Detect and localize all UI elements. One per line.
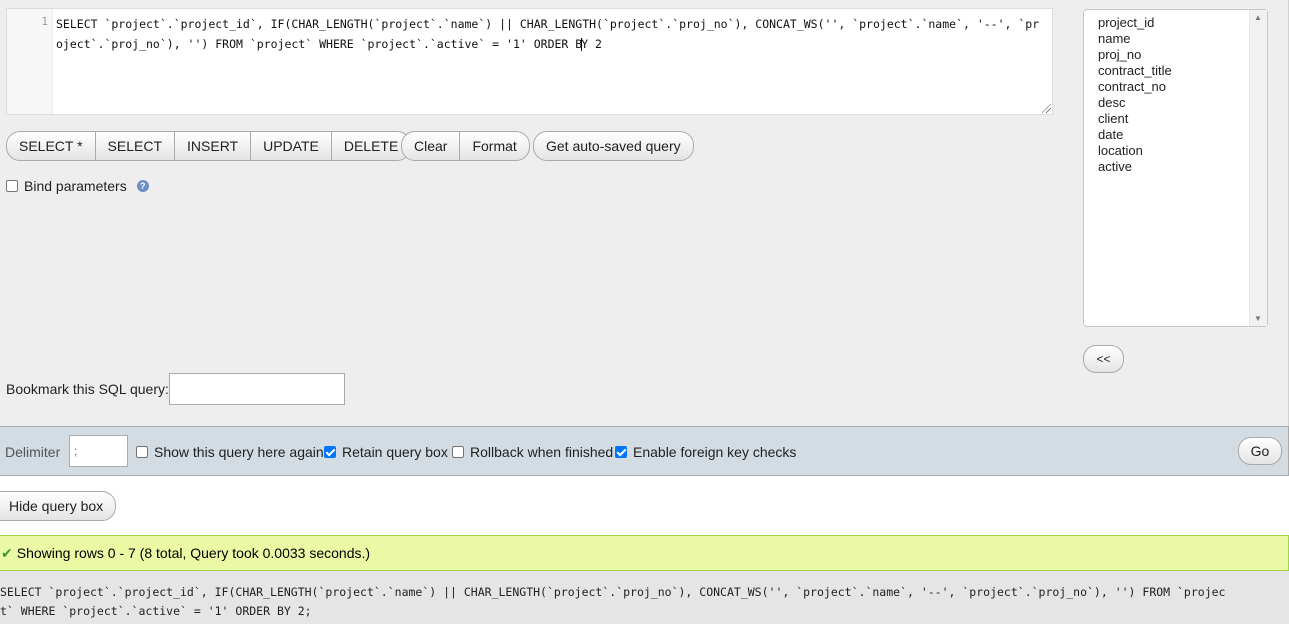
insert-columns-button[interactable]: << xyxy=(1083,345,1124,373)
code-before-cursor: SELECT `project`.`project_id`, IF(CHAR_L… xyxy=(56,17,1040,51)
foreign-key-checks-option[interactable]: Enable foreign key checks xyxy=(615,444,796,460)
column-option[interactable]: date xyxy=(1098,127,1267,143)
column-option[interactable]: project_id xyxy=(1098,15,1267,31)
delimiter-input[interactable]: ; xyxy=(69,435,128,467)
success-message-text: Showing rows 0 - 7 (8 total, Query took … xyxy=(16,545,371,561)
column-option[interactable]: desc xyxy=(1098,95,1267,111)
foreign-key-checks-checkbox[interactable] xyxy=(615,446,627,458)
go-button[interactable]: Go xyxy=(1238,437,1282,465)
select-star-button[interactable]: SELECT * xyxy=(7,132,95,160)
column-option[interactable]: active xyxy=(1098,159,1267,175)
executed-sql-text: SELECT `project`.`project_id`, IF(CHAR_L… xyxy=(0,585,1226,618)
line-number: 1 xyxy=(41,15,48,28)
columns-options: project_id name proj_no contract_title contr… xyxy=(1084,10,1267,175)
bookmark-row: Bookmark this SQL query: xyxy=(6,373,345,405)
sql-editor[interactable]: 1 SELECT `project`.`project_id`, IF(CHAR… xyxy=(6,8,1053,115)
editor-gutter: 1 xyxy=(7,9,53,114)
resize-grip-icon[interactable] xyxy=(1042,104,1051,113)
scroll-up-icon[interactable]: ▲ xyxy=(1254,13,1262,22)
column-option[interactable]: client xyxy=(1098,111,1267,127)
column-option[interactable]: name xyxy=(1098,31,1267,47)
executed-sql[interactable]: SELECT `project`.`project_id`, IF(CHAR_L… xyxy=(0,571,1289,624)
rollback-option[interactable]: Rollback when finished xyxy=(452,444,613,460)
sql-code[interactable]: SELECT `project`.`project_id`, IF(CHAR_L… xyxy=(56,14,1040,54)
column-option[interactable]: contract_no xyxy=(1098,79,1267,95)
query-template-buttons: SELECT * SELECT INSERT UPDATE DELETE xyxy=(6,131,412,161)
show-query-again-option[interactable]: Show this query here again xyxy=(136,444,324,460)
show-query-again-checkbox[interactable] xyxy=(136,446,148,458)
rollback-checkbox[interactable] xyxy=(452,446,464,458)
columns-scrollbar[interactable]: ▲ ▼ xyxy=(1249,10,1267,326)
show-query-again-label: Show this query here again xyxy=(154,444,324,460)
delimiter-label: Delimiter xyxy=(5,444,61,460)
hide-query-box-button[interactable]: Hide query box xyxy=(0,491,117,521)
help-icon[interactable]: ? xyxy=(136,180,149,192)
check-icon: ✔ xyxy=(1,544,13,561)
column-option[interactable]: location xyxy=(1098,143,1267,159)
bookmark-label: Bookmark this SQL query: xyxy=(6,381,169,397)
retain-query-box-option[interactable]: Retain query box xyxy=(324,444,448,460)
rollback-label: Rollback when finished xyxy=(470,444,614,460)
insert-button[interactable]: INSERT xyxy=(174,132,250,160)
code-after-cursor: Y 2 xyxy=(581,37,602,51)
success-message: ✔ Showing rows 0 - 7 (8 total, Query too… xyxy=(0,535,1289,571)
select-button[interactable]: SELECT xyxy=(94,132,174,160)
options-bar: Delimiter ; Show this query here again R… xyxy=(0,426,1289,476)
bind-parameters-label: Bind parameters xyxy=(24,178,127,194)
get-autosaved-query-button[interactable]: Get auto-saved query xyxy=(533,131,694,161)
retain-query-box-checkbox[interactable] xyxy=(324,446,336,458)
scroll-down-icon[interactable]: ▼ xyxy=(1254,314,1262,323)
bind-parameters-checkbox[interactable] xyxy=(6,180,18,192)
clear-button[interactable]: Clear xyxy=(402,132,459,160)
bookmark-input[interactable] xyxy=(168,373,345,405)
column-option[interactable]: contract_title xyxy=(1098,63,1267,79)
column-option[interactable]: proj_no xyxy=(1098,47,1267,63)
format-button[interactable]: Format xyxy=(459,132,528,160)
query-panel: 1 SELECT `project`.`project_id`, IF(CHAR… xyxy=(0,0,1289,426)
delete-button[interactable]: DELETE xyxy=(330,132,410,160)
editor-action-buttons: Clear Format xyxy=(401,131,530,161)
foreign-key-checks-label: Enable foreign key checks xyxy=(633,444,797,460)
columns-list[interactable]: project_id name proj_no contract_title contr… xyxy=(1083,9,1268,327)
retain-query-box-label: Retain query box xyxy=(342,444,448,460)
bind-parameters: Bind parameters ? xyxy=(6,178,149,194)
update-button[interactable]: UPDATE xyxy=(250,132,331,160)
